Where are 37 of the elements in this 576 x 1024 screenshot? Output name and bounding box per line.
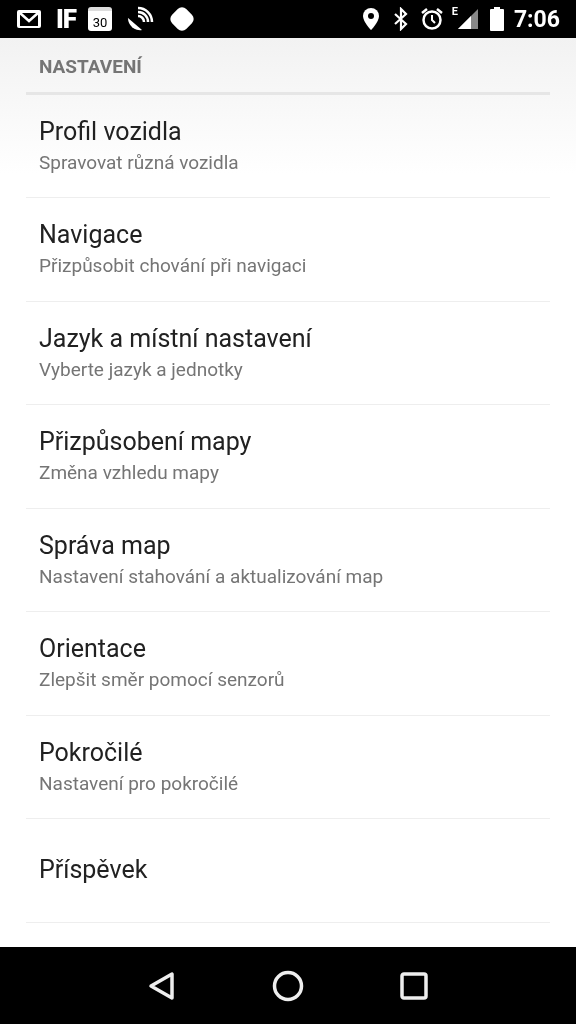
alarm-icon bbox=[419, 7, 444, 31]
item-subtitle: Změna vzhledu mapy bbox=[39, 461, 220, 486]
settings-item[interactable]: Pokročilé Nastavení pro pokročilé bbox=[26, 715, 550, 819]
home-icon[interactable] bbox=[272, 969, 304, 1002]
item-title: Pokročilé bbox=[39, 737, 144, 768]
item-title: Navigace bbox=[39, 220, 144, 251]
item-title: Správa map bbox=[39, 530, 172, 561]
mail-icon bbox=[16, 9, 42, 29]
item-title: Příspěvek bbox=[39, 855, 149, 886]
item-subtitle: Spravovat různá vozidla bbox=[39, 150, 240, 175]
settings-item[interactable]: Jazyk a místní nastavení Vyberte jazyk a jednotky bbox=[26, 301, 550, 405]
item-title: Orientace bbox=[39, 634, 147, 665]
clock-time: 7:06 bbox=[513, 7, 560, 31]
item-title: Přizpůsobení mapy bbox=[39, 427, 253, 458]
settings-item[interactable]: Profil vozidla Spravovat různá vozidla bbox=[26, 94, 550, 198]
settings-item[interactable]: Přizpůsobení mapy Změna vzhledu mapy bbox=[26, 405, 550, 509]
satellite-dish-icon bbox=[126, 6, 155, 32]
item-subtitle: Zlepšit směr pomocí senzorů bbox=[39, 668, 286, 693]
location-icon bbox=[361, 7, 380, 31]
network-type: E bbox=[451, 6, 458, 17]
item-subtitle: Nastavení pro pokročilé bbox=[39, 771, 240, 796]
item-subtitle: Vyberte jazyk a jednotky bbox=[39, 357, 244, 382]
item-subtitle: Nastavení stahování a aktualizování map bbox=[39, 564, 385, 589]
item-title: Jazyk a místní nastavení bbox=[39, 323, 313, 354]
section-title: NASTAVENÍ bbox=[39, 55, 142, 78]
battery-icon bbox=[489, 7, 504, 31]
settings-item[interactable]: Navigace Přizpůsobit chování při navigaci bbox=[26, 198, 550, 302]
settings-item[interactable]: Orientace Zlepšit směr pomocí senzorů bbox=[26, 612, 550, 716]
calendar-icon: 30 bbox=[88, 7, 113, 31]
settings-item[interactable]: Příspěvek bbox=[26, 819, 550, 923]
item-subtitle: Přizpůsobit chování při navigaci bbox=[39, 254, 308, 279]
item-title: Profil vozidla bbox=[39, 116, 183, 147]
back-icon[interactable] bbox=[148, 970, 176, 1001]
recents-icon[interactable] bbox=[400, 971, 428, 1000]
signal-icon bbox=[457, 7, 478, 31]
settings-item[interactable]: Správa map Nastavení stahování a aktualizování map bbox=[26, 508, 550, 612]
app-label: IF bbox=[56, 6, 77, 32]
